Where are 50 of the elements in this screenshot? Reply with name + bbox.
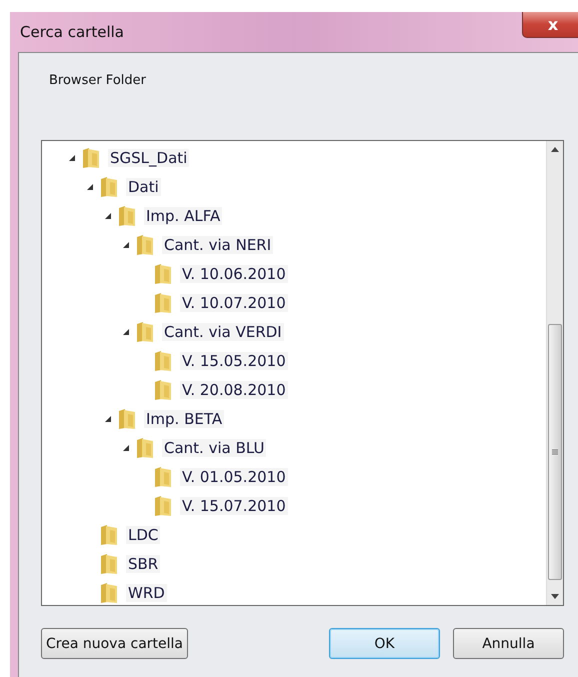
- folder-icon: [154, 350, 172, 372]
- folder-label[interactable]: SBR: [126, 554, 160, 572]
- folder-icon: [136, 234, 154, 256]
- folder-label[interactable]: SGSL_Dati: [108, 148, 190, 166]
- folder-label[interactable]: V. 01.05.2010: [180, 468, 288, 486]
- folder-label[interactable]: LDC: [126, 526, 160, 544]
- folder-icon: [100, 582, 118, 604]
- expanded-arrow-icon[interactable]: [68, 154, 76, 162]
- folder-icon: [100, 552, 118, 574]
- folder-label[interactable]: Imp. ALFA: [144, 206, 222, 224]
- grip-icon: [552, 449, 558, 455]
- folder-label[interactable]: Imp. BETA: [144, 410, 224, 428]
- expanded-arrow-icon[interactable]: [122, 328, 130, 336]
- folder-label[interactable]: V. 20.08.2010: [180, 380, 288, 398]
- expanded-arrow-icon[interactable]: [122, 444, 130, 452]
- folder-icon: [154, 292, 172, 314]
- folder-icon: [154, 378, 172, 400]
- description-text: Browser Folder: [48, 72, 147, 90]
- folder-icon: [136, 320, 154, 342]
- folder-icon: [82, 146, 100, 168]
- folder-label[interactable]: V. 15.05.2010: [180, 352, 288, 370]
- folder-label[interactable]: V. 10.06.2010: [180, 264, 288, 282]
- folder-label[interactable]: V. 15.07.2010: [180, 496, 288, 514]
- folder-icon: [118, 204, 136, 226]
- folder-icon: [136, 436, 154, 458]
- window-title: Cerca cartella: [20, 23, 124, 41]
- folder-icon: [154, 262, 172, 284]
- folder-label[interactable]: Cant. via VERDI: [162, 322, 284, 340]
- folder-label[interactable]: V. 10.07.2010: [180, 294, 288, 312]
- folder-label[interactable]: WRD: [126, 584, 167, 602]
- folder-icon: [154, 466, 172, 488]
- folder-label[interactable]: Dati: [126, 178, 161, 196]
- cancel-button[interactable]: Annulla: [453, 628, 564, 659]
- ok-button[interactable]: OK: [329, 628, 440, 659]
- folder-icon: [118, 408, 136, 430]
- folder-icon: [100, 176, 118, 198]
- expanded-arrow-icon[interactable]: [86, 182, 94, 190]
- scroll-thumb[interactable]: [548, 324, 562, 580]
- scrollbar[interactable]: [546, 141, 563, 605]
- folder-icon: [100, 524, 118, 546]
- new-folder-button[interactable]: Crea nuova cartella: [41, 628, 188, 659]
- expanded-arrow-icon[interactable]: [104, 414, 112, 422]
- folder-label[interactable]: Cant. via BLU: [162, 438, 266, 456]
- folder-label[interactable]: Cant. via NERI: [162, 236, 274, 254]
- expanded-arrow-icon[interactable]: [104, 212, 112, 220]
- close-button[interactable]: x: [522, 12, 578, 38]
- scroll-up-icon[interactable]: [551, 147, 559, 152]
- expanded-arrow-icon[interactable]: [122, 240, 130, 248]
- scroll-down-icon[interactable]: [551, 594, 559, 599]
- folder-icon: [154, 494, 172, 516]
